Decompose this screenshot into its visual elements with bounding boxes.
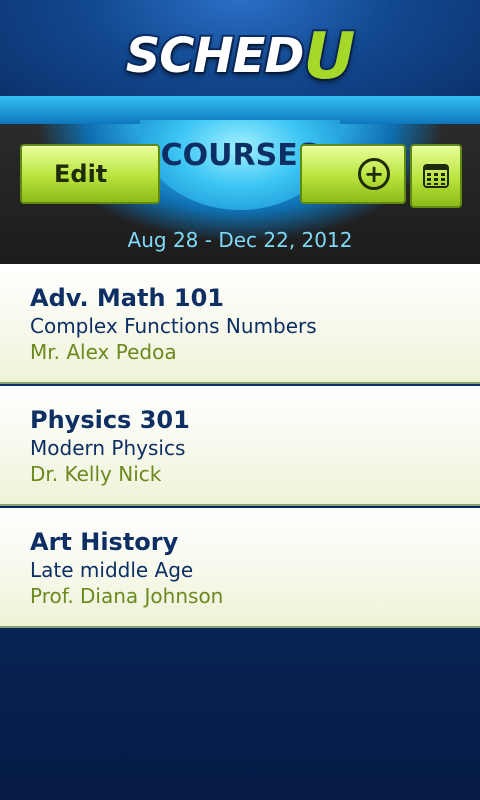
page-title: COURSES: [160, 138, 320, 173]
course-name: Adv. Math 101: [30, 284, 225, 312]
course-instructor: Dr. Kelly Nick: [30, 462, 162, 486]
date-range: Aug 28 - Dec 22, 2012: [127, 228, 353, 252]
course-name: Art History: [30, 528, 179, 556]
course-row[interactable]: Adv. Math 101 Complex Functions Numbers …: [0, 264, 480, 384]
course-instructor: Prof. Diana Johnson: [30, 584, 224, 608]
app-logo: SCHEDU: [0, 14, 480, 96]
course-subtitle: Late middle Age: [30, 558, 194, 582]
course-row[interactable]: Physics 301 Modern Physics Dr. Kelly Nic…: [0, 386, 480, 506]
course-list: Adv. Math 101 Complex Functions Numbers …: [0, 264, 480, 628]
calendar-grid-icon: [423, 164, 449, 188]
logo-accent: U: [301, 18, 357, 96]
plus-circle-icon: +: [358, 158, 390, 190]
course-name: Physics 301: [30, 406, 190, 434]
course-row[interactable]: Art History Late middle Age Prof. Diana …: [0, 508, 480, 628]
course-instructor: Mr. Alex Pedoa: [30, 340, 177, 364]
logo-text: SCHED: [124, 26, 307, 86]
add-course-button[interactable]: +: [300, 144, 406, 204]
course-subtitle: Complex Functions Numbers: [30, 314, 317, 338]
course-subtitle: Modern Physics: [30, 436, 186, 460]
calendar-button[interactable]: [410, 144, 462, 208]
